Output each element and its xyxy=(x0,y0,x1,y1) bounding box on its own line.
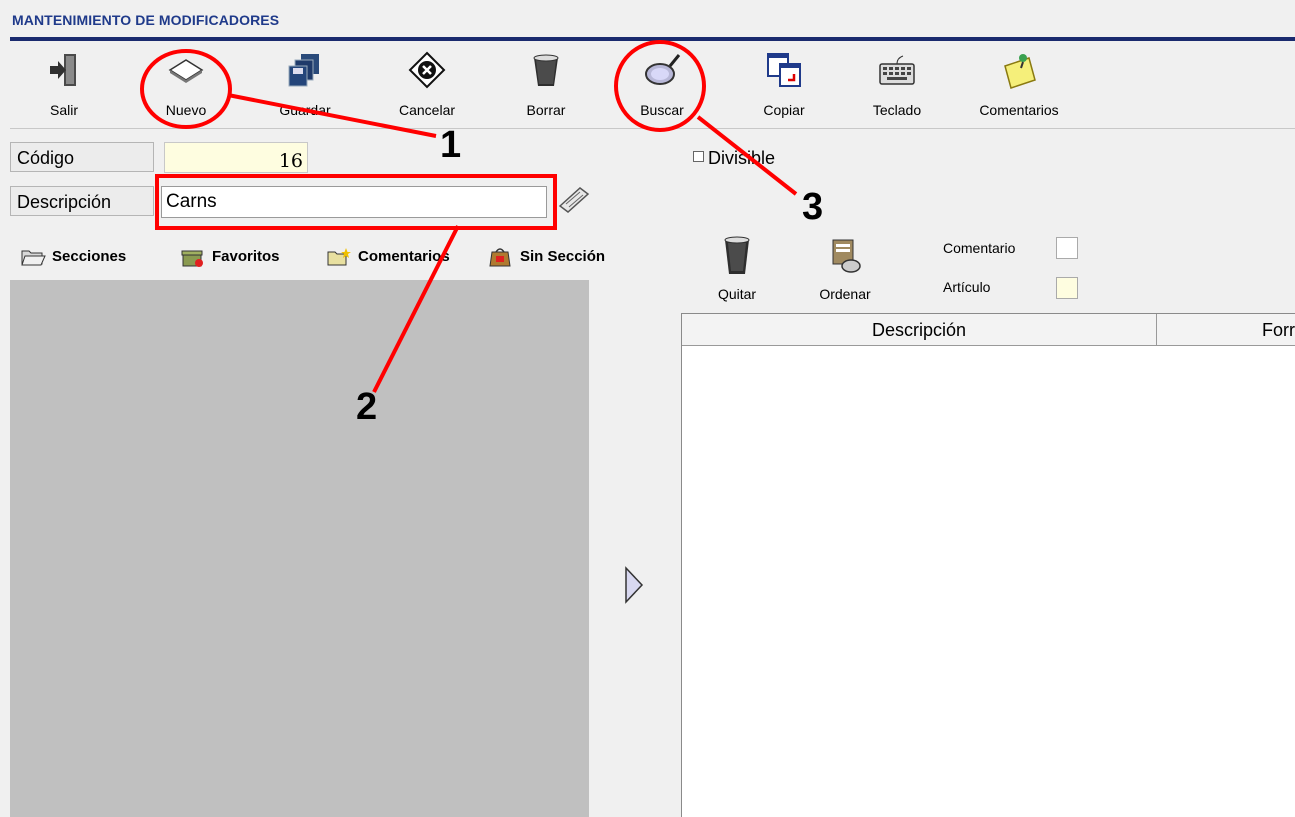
cancel-label: Cancelar xyxy=(398,102,456,118)
tab-sin-seccion-label: Sin Sección xyxy=(520,247,606,265)
divisible-checkbox[interactable]: Divisible xyxy=(693,148,775,169)
copy-button[interactable]: Copiar xyxy=(756,46,812,124)
tab-secciones[interactable]: Secciones xyxy=(20,246,126,268)
keyboard-button[interactable]: Teclado xyxy=(866,46,928,124)
sort-files-icon xyxy=(832,239,861,273)
new-label: Nuevo xyxy=(165,102,207,118)
tab-sin-seccion[interactable]: Sin Sección xyxy=(488,246,605,268)
exit-label: Salir xyxy=(49,102,78,118)
toolbar-divider xyxy=(10,128,1295,129)
move-right-arrow-icon[interactable] xyxy=(624,566,644,604)
keyboard-icon xyxy=(879,55,915,85)
search-label: Buscar xyxy=(640,102,684,118)
save-disks-icon xyxy=(288,54,319,87)
new-sheet-icon xyxy=(168,59,204,83)
bag-icon xyxy=(489,248,511,267)
folder-star-icon xyxy=(327,248,351,266)
checkbox-box[interactable] xyxy=(693,151,704,162)
folder-open-icon xyxy=(21,250,46,266)
annotation-3: 3 xyxy=(802,186,824,228)
tab-favoritos-label: Favoritos xyxy=(212,247,280,265)
copy-windows-icon xyxy=(767,53,801,87)
magnifier-icon xyxy=(645,54,681,85)
grid-column-descripcion[interactable]: Descripción xyxy=(682,314,1157,346)
legend-comentario-label: Comentario xyxy=(943,240,1016,256)
tab-favoritos[interactable]: Favoritos xyxy=(180,246,280,268)
keyboard-small-icon[interactable] xyxy=(556,184,592,216)
quitar-label: Quitar xyxy=(717,286,757,302)
exit-door-icon xyxy=(50,54,76,86)
codigo-field[interactable]: 16 xyxy=(164,142,308,173)
descripcion-label: Descripción xyxy=(10,186,154,216)
delete-button[interactable]: Borrar xyxy=(518,46,574,124)
legend-articulo-swatch xyxy=(1056,277,1078,299)
tab-secciones-label: Secciones xyxy=(52,247,127,265)
new-button[interactable]: Nuevo xyxy=(158,46,214,124)
trash-can-icon xyxy=(533,54,559,86)
keyboard-label: Teclado xyxy=(872,102,922,118)
copy-label: Copiar xyxy=(763,102,805,118)
gift-box-icon xyxy=(181,250,203,267)
sections-panel[interactable] xyxy=(10,280,589,817)
modifiers-grid[interactable] xyxy=(681,313,1295,817)
divisible-label: Divisible xyxy=(708,148,776,168)
sticky-note-icon xyxy=(1004,54,1036,89)
comments-label: Comentarios xyxy=(979,102,1059,118)
ordenar-label: Ordenar xyxy=(819,286,871,302)
annotation-1: 1 xyxy=(440,124,462,166)
codigo-label: Código xyxy=(10,142,154,172)
trash-can-small-icon xyxy=(724,236,750,274)
tab-comentarios[interactable]: Comentarios xyxy=(326,246,450,268)
legend-comentario-swatch xyxy=(1056,237,1078,259)
comments-button[interactable]: Comentarios xyxy=(968,46,1070,124)
cancel-button[interactable]: Cancelar xyxy=(390,46,464,124)
delete-label: Borrar xyxy=(526,102,566,118)
tab-comentarios-label: Comentarios xyxy=(358,247,450,265)
title-divider xyxy=(10,37,1295,41)
grid-column-forr[interactable]: Forr xyxy=(1157,314,1295,346)
save-button[interactable]: Guardar xyxy=(268,46,342,124)
legend-articulo-label: Artículo xyxy=(943,279,991,295)
annotation-2: 2 xyxy=(356,386,378,428)
descripcion-field[interactable]: Carns xyxy=(161,186,547,218)
search-button[interactable]: Buscar xyxy=(632,46,692,124)
exit-button[interactable]: Salir xyxy=(40,46,88,124)
save-label: Guardar xyxy=(279,102,331,118)
window-title: MANTENIMIENTO DE MODIFICADORES xyxy=(12,12,280,28)
cancel-x-icon xyxy=(408,51,446,89)
